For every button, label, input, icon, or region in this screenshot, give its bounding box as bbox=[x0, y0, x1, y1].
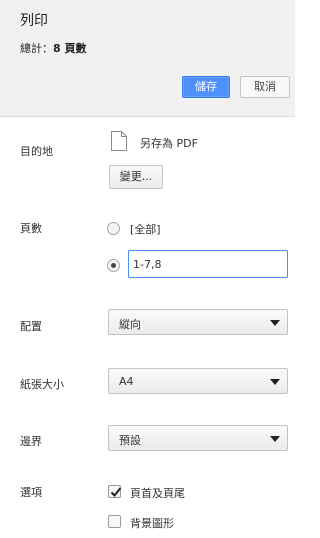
destination-label: 目的地 bbox=[20, 145, 53, 158]
check-icon bbox=[110, 487, 122, 497]
dropdown-arrow-icon bbox=[270, 320, 280, 326]
margins-label: 邊界 bbox=[20, 435, 42, 448]
layout-label: 配置 bbox=[20, 320, 42, 333]
background-graphics-checkbox[interactable] bbox=[108, 515, 121, 528]
paper-size-value: A4 bbox=[119, 375, 134, 388]
header-footer-checkbox[interactable] bbox=[108, 485, 122, 498]
background-graphics-label: 背景圖形 bbox=[130, 517, 174, 530]
pages-custom-input[interactable] bbox=[128, 250, 288, 278]
summary-label: 總計： bbox=[20, 42, 53, 55]
summary-value: 8 頁數 bbox=[53, 42, 87, 55]
pages-label: 頁數 bbox=[20, 222, 42, 235]
pages-all-label: [全部] bbox=[130, 223, 161, 236]
header-footer-label: 頁首及頁尾 bbox=[130, 487, 185, 500]
margins-select[interactable]: 預設 bbox=[108, 425, 288, 451]
margins-value: 預設 bbox=[119, 434, 141, 447]
cancel-button[interactable]: 取消 bbox=[240, 76, 290, 98]
pages-all-radio[interactable] bbox=[107, 222, 120, 235]
pages-custom-radio[interactable] bbox=[107, 259, 120, 272]
change-destination-button[interactable]: 變更... bbox=[109, 165, 163, 189]
paper-size-select[interactable]: A4 bbox=[108, 368, 288, 394]
page-summary: 總計：8 頁數 bbox=[20, 40, 86, 56]
dropdown-arrow-icon bbox=[270, 379, 280, 385]
options-label: 選項 bbox=[20, 486, 42, 499]
layout-value: 縱向 bbox=[119, 318, 141, 331]
destination-name: 另存為 PDF bbox=[140, 137, 198, 150]
page-title: 列印 bbox=[20, 13, 48, 29]
save-button[interactable]: 儲存 bbox=[182, 76, 230, 98]
print-header: 列印 總計：8 頁數 儲存 取消 bbox=[0, 0, 295, 117]
layout-select[interactable]: 縱向 bbox=[108, 309, 288, 335]
file-icon bbox=[111, 131, 127, 151]
dropdown-arrow-icon bbox=[270, 436, 280, 442]
paper-size-label: 紙張大小 bbox=[20, 378, 64, 391]
